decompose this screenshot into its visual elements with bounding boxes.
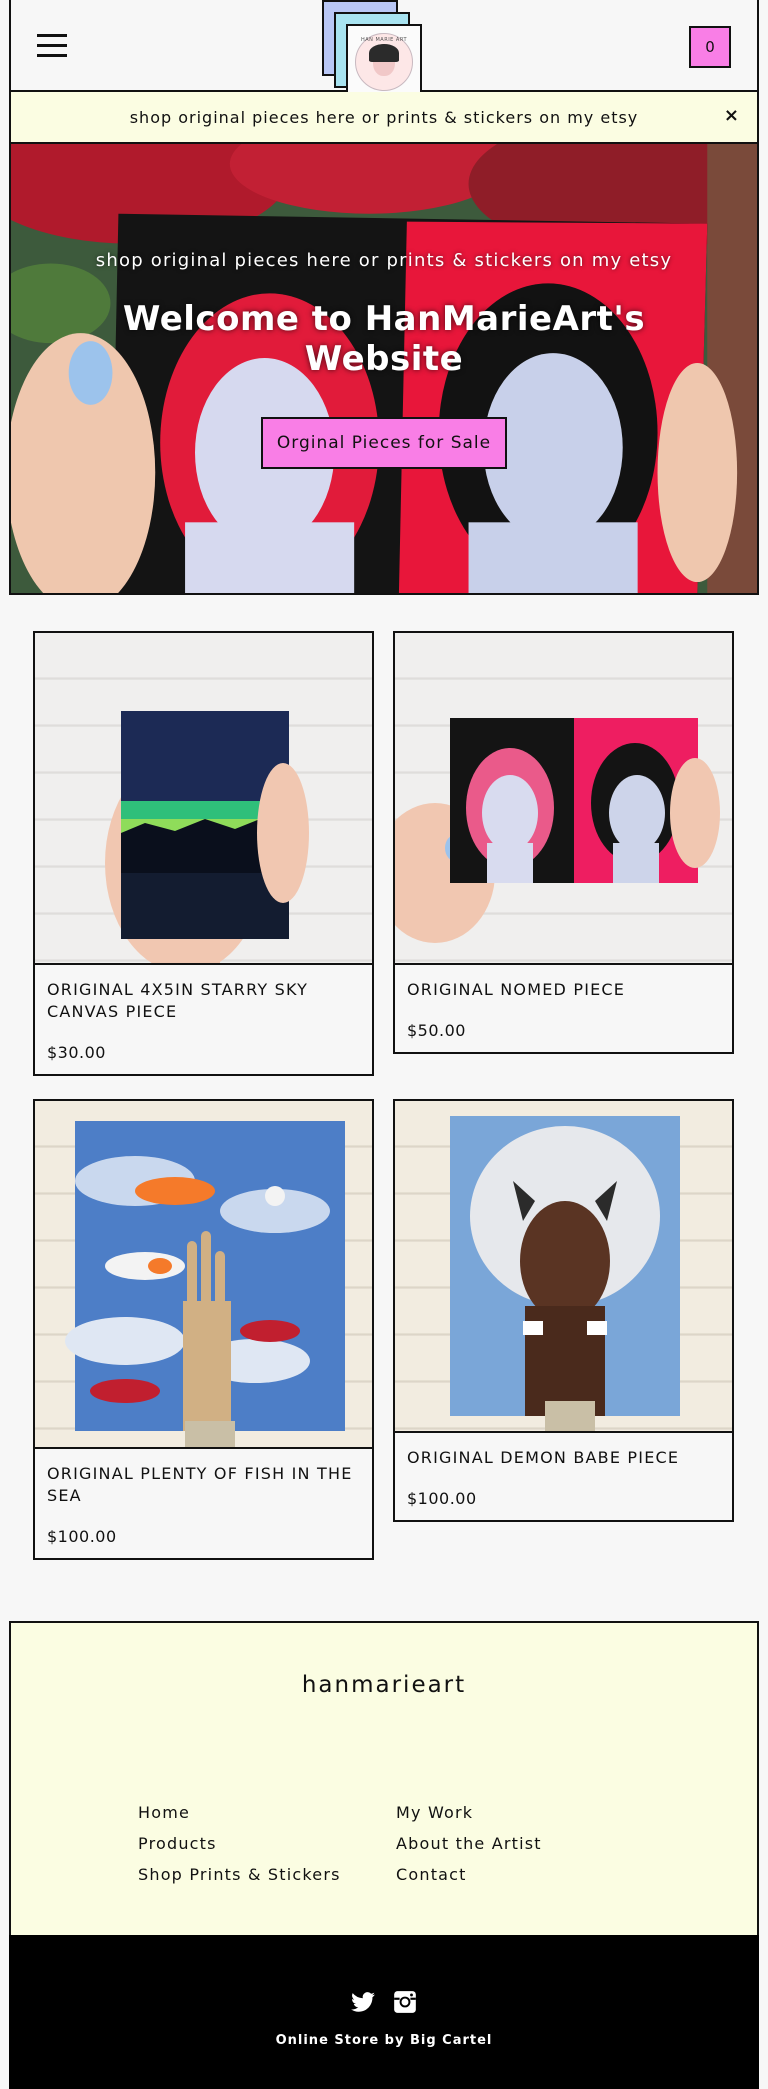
starry-sky-canvas-image	[105, 711, 309, 963]
hero-content: shop original pieces here or prints & st…	[11, 144, 757, 593]
product-name[interactable]: ORIGINAL 4X5IN STARRY SKY CANVAS PIECE	[47, 979, 360, 1023]
site-header: HAN MARIE ART 0	[9, 0, 759, 100]
product-name[interactable]: ORIGINAL DEMON BABE PIECE	[407, 1447, 720, 1469]
logo-text: HAN MARIE ART	[360, 37, 408, 43]
twitter-icon[interactable]	[350, 1989, 376, 2015]
footer-brand-name[interactable]: hanmarieart	[302, 1672, 466, 1698]
nomed-piece-image	[395, 718, 720, 943]
cart-button[interactable]: 0	[689, 26, 731, 68]
footer-link-my-work[interactable]: My Work	[396, 1803, 542, 1822]
product-info: ORIGINAL PLENTY OF FISH IN THE SEA $100.…	[35, 1449, 372, 1558]
demon-babe-image	[450, 1116, 680, 1431]
product-name[interactable]: ORIGINAL PLENTY OF FISH IN THE SEA	[47, 1463, 360, 1507]
announcement-bar: shop original pieces here or prints & st…	[9, 92, 759, 144]
logo-portrait-icon	[369, 44, 399, 76]
announcement-text[interactable]: shop original pieces here or prints & st…	[130, 108, 639, 127]
footer-link-shop-prints[interactable]: Shop Prints & Stickers	[138, 1865, 341, 1884]
product-card[interactable]: ORIGINAL NOMED PIECE $50.00	[393, 631, 734, 1054]
logo-layer-front: HAN MARIE ART	[346, 24, 422, 100]
product-image[interactable]	[395, 633, 732, 965]
close-icon[interactable]: ×	[724, 105, 739, 126]
social-links	[350, 1989, 418, 2015]
original-pieces-button[interactable]: Orginal Pieces for Sale	[260, 417, 508, 469]
product-card[interactable]: ORIGINAL PLENTY OF FISH IN THE SEA $100.…	[33, 1099, 374, 1560]
hero-title: Welcome to HanMarieArt's Website	[122, 299, 646, 379]
product-info: ORIGINAL 4X5IN STARRY SKY CANVAS PIECE $…	[35, 965, 372, 1074]
hamburger-line	[37, 54, 67, 57]
product-image[interactable]	[395, 1101, 732, 1433]
site-logo[interactable]: HAN MARIE ART	[322, 0, 432, 104]
product-price: $50.00	[407, 1021, 466, 1040]
instagram-icon[interactable]	[392, 1989, 418, 2015]
hero-banner: shop original pieces here or prints & st…	[9, 144, 759, 595]
product-price: $100.00	[47, 1527, 117, 1546]
footer-links-right: My Work About the Artist Contact	[396, 1803, 542, 1896]
cart-count: 0	[705, 38, 715, 56]
menu-button[interactable]	[37, 34, 67, 58]
footer-link-contact[interactable]: Contact	[396, 1865, 542, 1884]
product-price: $100.00	[407, 1489, 477, 1508]
product-card[interactable]: ORIGINAL DEMON BABE PIECE $100.00	[393, 1099, 734, 1522]
footer-navigation: Home Products Shop Prints & Stickers My …	[9, 1747, 759, 1935]
hero-subtitle[interactable]: shop original pieces here or prints & st…	[96, 250, 672, 271]
footer-links-left: Home Products Shop Prints & Stickers	[138, 1803, 341, 1896]
footer-link-products[interactable]: Products	[138, 1834, 341, 1853]
big-cartel-credit-link[interactable]: Online Store by Big Cartel	[276, 2033, 493, 2048]
page: HAN MARIE ART 0 shop original pieces her…	[0, 0, 768, 2089]
logo-badge: HAN MARIE ART	[355, 33, 413, 91]
footer-brand: hanmarieart	[9, 1621, 759, 1749]
hamburger-menu-icon	[37, 34, 67, 37]
product-info: ORIGINAL DEMON BABE PIECE $100.00	[395, 1433, 732, 1520]
footer-link-home[interactable]: Home	[138, 1803, 341, 1822]
product-image[interactable]	[35, 633, 372, 965]
hamburger-line	[37, 44, 67, 47]
plenty-of-fish-image	[65, 1121, 345, 1447]
product-name[interactable]: ORIGINAL NOMED PIECE	[407, 979, 720, 1001]
footer-link-about[interactable]: About the Artist	[396, 1834, 542, 1853]
product-info: ORIGINAL NOMED PIECE $50.00	[395, 965, 732, 1052]
footer-bottom: Online Store by Big Cartel	[9, 1935, 759, 2089]
product-price: $30.00	[47, 1043, 106, 1062]
product-card[interactable]: ORIGINAL 4X5IN STARRY SKY CANVAS PIECE $…	[33, 631, 374, 1076]
product-image[interactable]	[35, 1101, 372, 1449]
